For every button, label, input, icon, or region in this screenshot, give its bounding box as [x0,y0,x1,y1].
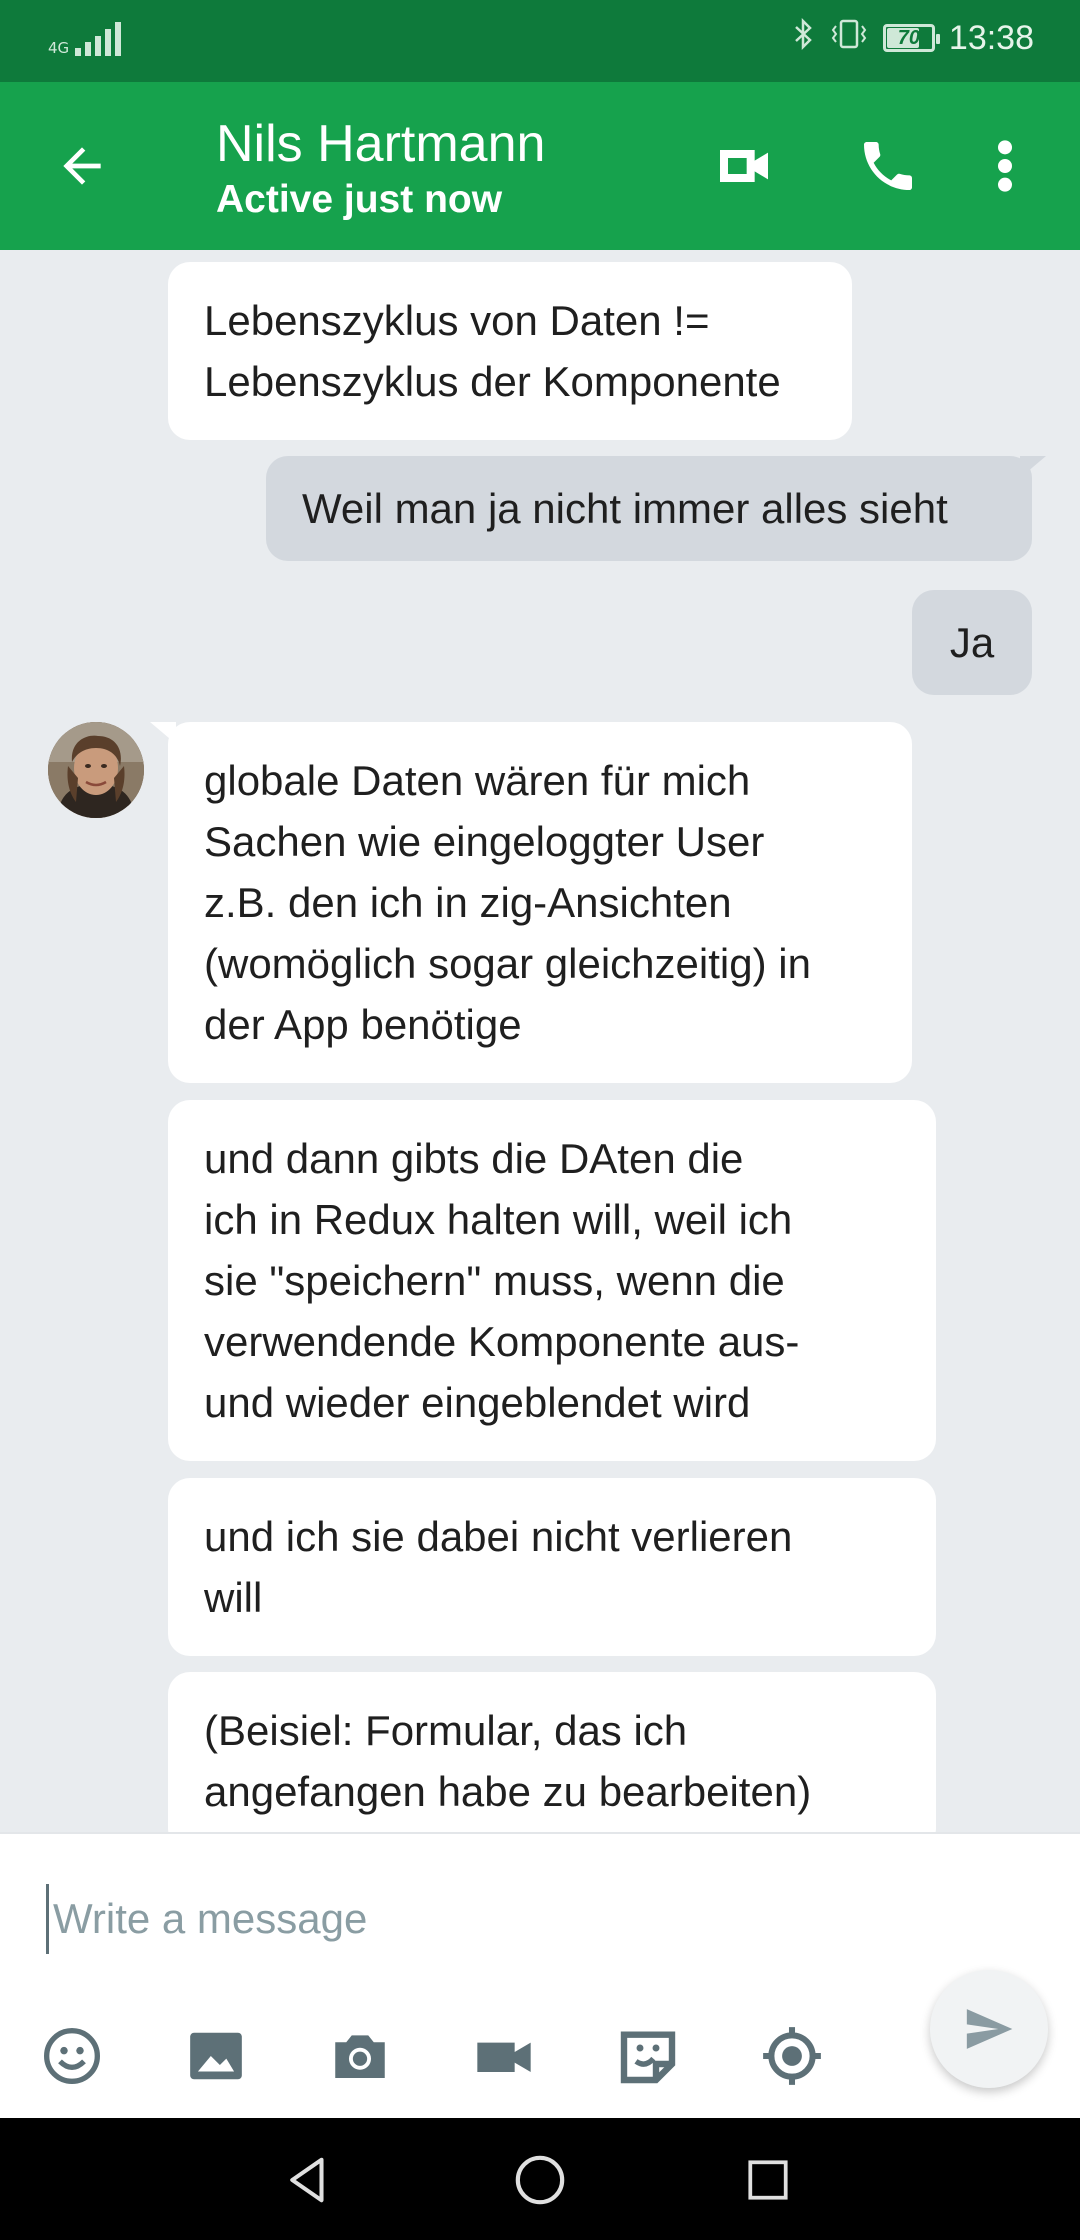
message-input[interactable] [46,1884,866,1954]
message-bubble[interactable]: (Beisiel: Formular, das ich angefangen h… [168,1672,936,1832]
message-bubble[interactable]: Ja [912,590,1032,695]
message-bubble[interactable]: und dann gibts die DAten die ich in Redu… [168,1100,936,1461]
battery-icon: 70 [882,24,940,52]
video-icon [477,2042,531,2072]
more-vert-icon [998,140,1012,192]
location-button[interactable] [748,2012,836,2100]
back-button[interactable] [40,126,124,206]
status-icons: 70 13:38 [793,17,1034,58]
image-button[interactable] [172,2012,260,2100]
nav-home-icon [515,2155,565,2205]
nav-recents-icon [748,2160,788,2200]
location-icon [763,2027,821,2085]
sticker-button[interactable] [604,2012,692,2100]
camera-button[interactable] [316,2012,404,2100]
contact-name[interactable]: Nils Hartmann [216,114,545,174]
network-type: 4G [48,39,70,57]
message-bubble[interactable]: und ich sie dabei nicht verlieren will [168,1478,936,1656]
back-arrow-icon [63,147,101,185]
clock: 13:38 [948,18,1034,57]
contact-status: Active just now [216,178,503,221]
video-button[interactable] [460,2012,548,2100]
send-button[interactable] [930,1970,1048,2088]
nav-recents-button[interactable] [718,2140,818,2220]
message-list[interactable]: Lebenszyklus von Daten != Lebenszyklus d… [0,250,1080,1832]
bubble-tail [1020,456,1046,478]
vibrate-icon [829,18,869,58]
camera-icon [335,2035,385,2078]
bluetooth-icon [793,17,815,58]
phone-icon [864,142,912,190]
video-call-icon [720,150,768,182]
emoji-icon [44,2028,100,2084]
sticker-icon [620,2031,676,2084]
message-bubble[interactable]: globale Daten wären für mich Sachen wie … [168,722,912,1083]
message-composer [0,1832,1080,2118]
battery-level: 70 [897,26,921,49]
signal-strength-icon [75,22,122,56]
video-call-button[interactable] [700,122,788,210]
chat-header: Nils Hartmann Active just now [0,82,1080,250]
nav-home-button[interactable] [490,2140,590,2220]
voice-call-button[interactable] [844,122,932,210]
avatar[interactable] [48,722,144,818]
system-navigation-bar [0,2118,1080,2240]
send-icon [966,2009,1013,2049]
message-bubble[interactable]: Lebenszyklus von Daten != Lebenszyklus d… [168,262,852,440]
image-icon [190,2032,242,2080]
message-bubble[interactable]: Weil man ja nicht immer alles sieht [266,456,1032,561]
signal-indicator: 4G [48,22,122,57]
nav-back-button[interactable] [258,2140,358,2220]
more-options-button[interactable] [970,122,1040,210]
emoji-button[interactable] [28,2012,116,2100]
status-bar: 4G 70 13:38 [0,0,1080,82]
nav-back-icon [290,2157,324,2203]
